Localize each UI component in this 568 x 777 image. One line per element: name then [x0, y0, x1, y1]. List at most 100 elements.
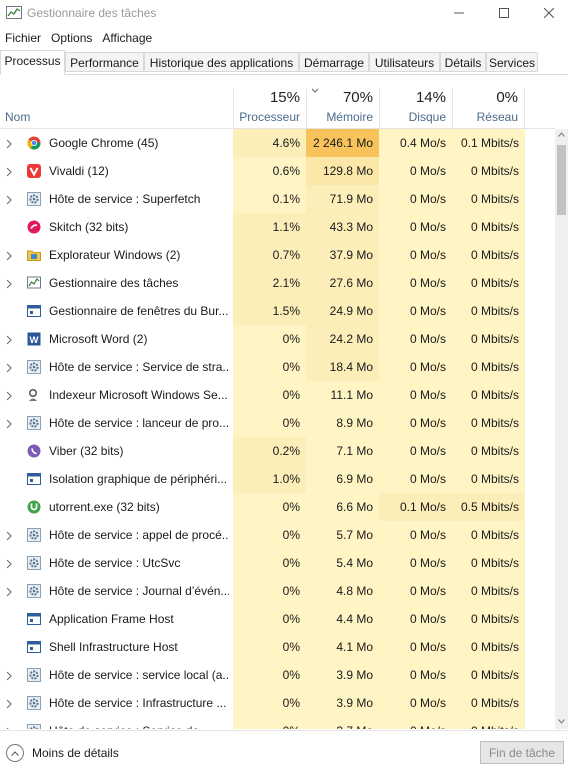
indexer-icon: [27, 388, 41, 402]
column-header-network[interactable]: 0% Réseau: [452, 88, 525, 128]
memory-value: 27.6 Mo: [306, 269, 379, 297]
memory-value: 37.9 Mo: [306, 241, 379, 269]
maximize-button[interactable]: [481, 0, 527, 26]
cpu-value: 0.1%: [233, 185, 306, 213]
process-row[interactable]: Vivaldi (12) 0.6% 129.8 Mo 0 Mo/s 0 Mbits/s: [0, 157, 555, 185]
tab-app-history[interactable]: Historique des applications: [144, 52, 299, 72]
cpu-value: 0%: [233, 633, 306, 661]
process-row[interactable]: Hôte de service : appel de procé... 0% 5.7…: [0, 521, 555, 549]
network-value: 0 Mbits/s: [452, 465, 525, 493]
chevron-right-icon[interactable]: [6, 726, 12, 729]
gear-icon: [27, 192, 41, 206]
process-row[interactable]: utorrent.exe (32 bits) 0% 6.6 Mo 0.1 Mo/s 0.…: [0, 493, 555, 521]
window-icon: [27, 640, 41, 654]
process-name: Hôte de service : Service de stra...: [49, 360, 229, 374]
memory-value: 71.9 Mo: [306, 185, 379, 213]
network-value: 0 Mbits/s: [452, 269, 525, 297]
tab-services[interactable]: Services: [486, 52, 538, 72]
chevron-right-icon[interactable]: [6, 698, 12, 709]
cpu-value: 4.6%: [233, 129, 306, 157]
chevron-right-icon[interactable]: [6, 194, 12, 205]
end-task-button[interactable]: Fin de tâche: [480, 741, 564, 764]
process-row[interactable]: Hôte de service : Infrastructure ... 0% 3.…: [0, 689, 555, 717]
tab-bar: Processus Performance Historique des app…: [0, 50, 568, 75]
process-row[interactable]: Hôte de service : UtcSvc 0% 5.4 Mo 0 Mo/s 0 …: [0, 549, 555, 577]
column-header-name[interactable]: Nom: [5, 110, 30, 124]
process-row[interactable]: Application Frame Host 0% 4.4 Mo 0 Mo/s 0 Mb…: [0, 605, 555, 633]
disk-value: 0 Mo/s: [379, 353, 452, 381]
process-name: Application Frame Host: [49, 612, 174, 626]
column-header-cpu[interactable]: 15% Processeur: [233, 88, 306, 128]
chevron-right-icon[interactable]: [6, 558, 12, 569]
cpu-value: 0%: [233, 325, 306, 353]
process-row[interactable]: Hôte de service : Service de ... 0%3.7 Mo…: [0, 717, 555, 729]
column-header-memory[interactable]: 70% Mémoire: [306, 88, 379, 128]
tab-users[interactable]: Utilisateurs: [369, 52, 440, 72]
cpu-value: 0%: [233, 577, 306, 605]
memory-value: 5.7 Mo: [306, 521, 379, 549]
disk-value: 0.1 Mo/s: [379, 493, 452, 521]
network-value: 0 Mbits/s: [452, 213, 525, 241]
chevron-right-icon[interactable]: [6, 138, 12, 149]
vertical-scrollbar[interactable]: [555, 129, 568, 729]
gear-icon: [27, 668, 41, 682]
process-name: Isolation graphique de périphéri...: [49, 472, 228, 486]
network-value: 0 Mbits/s: [452, 577, 525, 605]
memory-value: 3.9 Mo: [306, 689, 379, 717]
process-row[interactable]: Hôte de service : Superfetch 0.1% 71.9 Mo 0…: [0, 185, 555, 213]
menu-file[interactable]: Fichier: [0, 28, 46, 48]
disk-value: 0 Mo/s: [379, 633, 452, 661]
chevron-right-icon[interactable]: [6, 586, 12, 597]
process-name: Gestionnaire de fenêtres du Bur...: [49, 304, 229, 318]
chevron-right-icon[interactable]: [6, 362, 12, 373]
tab-details[interactable]: Détails: [440, 52, 486, 72]
tab-startup[interactable]: Démarrage: [299, 52, 369, 72]
chevron-right-icon[interactable]: [6, 418, 12, 429]
column-header-disk[interactable]: 14% Disque: [379, 88, 452, 128]
gear-icon: [27, 556, 41, 570]
fewer-details-button[interactable]: Moins de détails: [6, 744, 119, 762]
scroll-down-icon[interactable]: [558, 719, 565, 724]
process-row[interactable]: Isolation graphique de périphéri... 1.0% 6…: [0, 465, 555, 493]
process-row[interactable]: Google Chrome (45) 4.6% 2 246.1 Mo 0.4 Mo/s…: [0, 129, 555, 157]
process-row[interactable]: Indexeur Microsoft Windows Se... 0% 11.1 M…: [0, 381, 555, 409]
chevron-right-icon[interactable]: [6, 334, 12, 345]
process-name: Hôte de service : appel de procé...: [49, 528, 229, 542]
chevron-right-icon[interactable]: [6, 530, 12, 541]
process-row[interactable]: Hôte de service : lanceur de pro... 0% 8.9…: [0, 409, 555, 437]
scroll-up-icon[interactable]: [558, 132, 565, 137]
process-row[interactable]: Shell Infrastructure Host 0% 4.1 Mo 0 Mo/s 0…: [0, 633, 555, 661]
cpu-value: 0%: [233, 521, 306, 549]
memory-value: 129.8 Mo: [306, 157, 379, 185]
process-row[interactable]: Hôte de service : Service de stra... 0% 18…: [0, 353, 555, 381]
process-row[interactable]: Explorateur Windows (2) 0.7% 37.9 Mo 0 Mo/s…: [0, 241, 555, 269]
chevron-right-icon[interactable]: [6, 670, 12, 681]
process-row[interactable]: Hôte de service : Journal d’évén... 0% 4.8…: [0, 577, 555, 605]
memory-total: 70%: [342, 89, 373, 106]
process-row[interactable]: Gestionnaire des tâches 2.1% 27.6 Mo 0 Mo/s…: [0, 269, 555, 297]
cpu-value: 1.5%: [233, 297, 306, 325]
process-row[interactable]: Viber (32 bits) 0.2% 7.1 Mo 0 Mo/s 0 Mbits/s: [0, 437, 555, 465]
chevron-right-icon[interactable]: [6, 166, 12, 177]
chevron-right-icon[interactable]: [6, 390, 12, 401]
network-value: 0 Mbits/s: [452, 549, 525, 577]
network-value: 0.5 Mbits/s: [452, 493, 525, 521]
menu-view[interactable]: Affichage: [97, 28, 157, 48]
process-row[interactable]: W Microsoft Word (2) 0% 24.2 Mo 0 Mo/s 0 Mbit…: [0, 325, 555, 353]
process-row[interactable]: Hôte de service : service local (a... 0% 3…: [0, 661, 555, 689]
process-row[interactable]: Gestionnaire de fenêtres du Bur... 1.5% 24…: [0, 297, 555, 325]
chevron-right-icon[interactable]: [6, 278, 12, 289]
process-row[interactable]: Skitch (32 bits) 1.1% 43.3 Mo 0 Mo/s 0 Mbits…: [0, 213, 555, 241]
close-icon: [544, 8, 554, 18]
memory-value: 6.9 Mo: [306, 465, 379, 493]
menu-options[interactable]: Options: [46, 28, 97, 48]
close-button[interactable]: [526, 0, 568, 26]
minimize-button[interactable]: [436, 0, 482, 26]
tab-processes[interactable]: Processus: [0, 50, 65, 75]
network-value: 0 Mbits/s: [452, 717, 525, 729]
cpu-value: 0.2%: [233, 437, 306, 465]
tab-performance[interactable]: Performance: [65, 52, 144, 72]
chevron-right-icon[interactable]: [6, 250, 12, 261]
scrollbar-thumb[interactable]: [557, 145, 566, 215]
maximize-icon: [499, 8, 509, 18]
